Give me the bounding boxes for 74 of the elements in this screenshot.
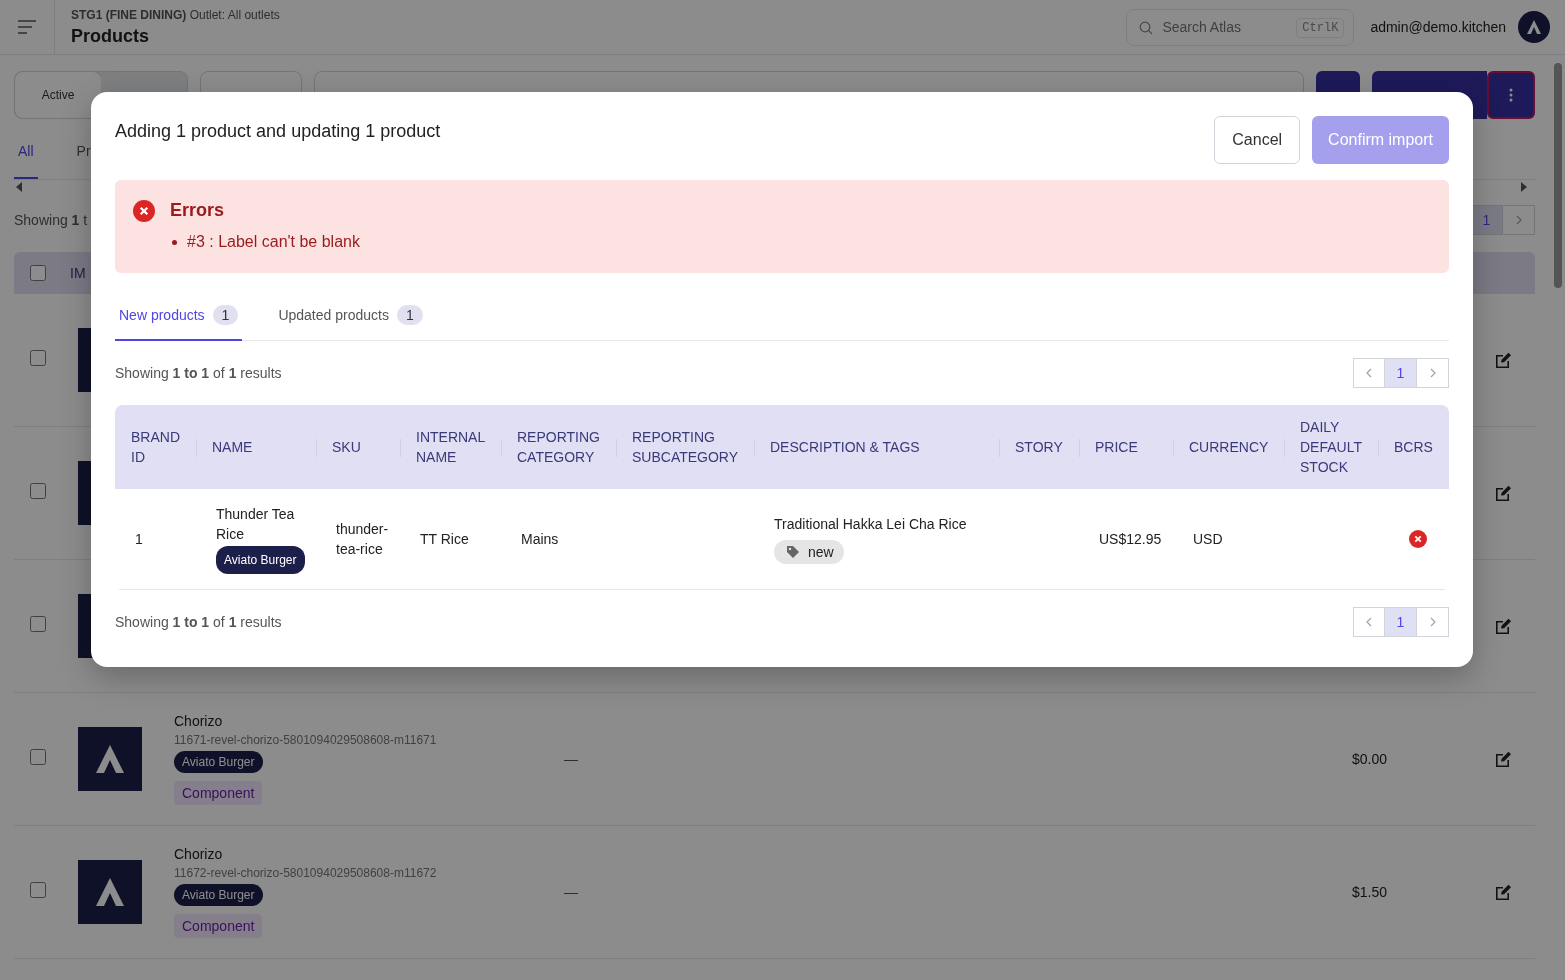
- tag-chip: new: [774, 540, 844, 564]
- user-avatar[interactable]: [1518, 11, 1550, 43]
- row-checkbox[interactable]: [30, 350, 46, 366]
- page-button[interactable]: 1: [1385, 358, 1417, 388]
- column-header: REPORTING SUBCATEGORY: [631, 428, 740, 467]
- column-header: SKU: [331, 438, 362, 457]
- category-tab[interactable]: All: [14, 143, 38, 179]
- product-thumbnail: [78, 860, 142, 924]
- scroll-right-icon[interactable]: [1521, 182, 1527, 192]
- product-name: Chorizo: [174, 846, 223, 862]
- shortcut-hint: CtrlK: [1296, 17, 1345, 38]
- outlet-breadcrumb: STG1 (FINE DINING) Outlet: All outlets: [71, 7, 281, 22]
- row-checkbox[interactable]: [30, 483, 46, 499]
- more-options-button[interactable]: [1487, 71, 1535, 119]
- count-badge: 1: [396, 305, 423, 325]
- count-badge: 1: [212, 305, 239, 325]
- product-name: Chorizo: [174, 713, 223, 729]
- import-tab[interactable]: New products 1: [115, 299, 243, 341]
- status-segment[interactable]: Active: [15, 72, 101, 118]
- type-tag: Component: [174, 914, 263, 938]
- dialog-title: Adding 1 product and updating 1 product: [115, 121, 441, 142]
- tag-icon: [786, 545, 800, 559]
- column-header: STORY: [1014, 438, 1064, 457]
- column-header: INTERNAL NAME: [415, 428, 486, 467]
- scroll-left-icon[interactable]: [16, 182, 22, 192]
- table-cell-text: thunder-tea-rice: [336, 520, 390, 559]
- column-header: CURRENCY: [1188, 438, 1270, 457]
- table-cell: —: [564, 884, 578, 900]
- table-cell: —: [564, 751, 578, 767]
- product-price: $0.00: [1351, 751, 1388, 767]
- table-cell-text: Mains: [521, 530, 559, 549]
- table-cell-text: Traditional Hakka Lei Cha Rice: [774, 515, 967, 534]
- product-thumbnail: [78, 727, 142, 791]
- cancel-button[interactable]: Cancel: [1214, 116, 1301, 164]
- column-header: BRAND ID: [130, 428, 181, 467]
- table-cell-text: TT Rice: [420, 530, 469, 549]
- menu-icon[interactable]: [17, 20, 37, 34]
- column-header: DAILY DEFAULT STOCK: [1299, 418, 1363, 477]
- import-tab[interactable]: Updated products 1: [274, 299, 427, 341]
- error-icon: [133, 200, 155, 222]
- column-header: NAME: [211, 438, 254, 457]
- category-tab[interactable]: Pr: [72, 143, 95, 179]
- page-title: Products: [71, 25, 150, 47]
- page-button[interactable]: 1: [1471, 205, 1503, 235]
- search-icon: [1139, 20, 1154, 35]
- column-header: BCRS: [1393, 438, 1434, 457]
- results-summary: Showing 1 to 1 of 1 results: [115, 614, 282, 630]
- row-checkbox[interactable]: [30, 616, 46, 632]
- table-cell-text: 1: [135, 530, 143, 549]
- user-email[interactable]: admin@demo.kitchen: [1370, 19, 1506, 35]
- page-button[interactable]: 1: [1385, 607, 1417, 637]
- error-title: Errors: [170, 200, 226, 221]
- column-header: IM: [70, 265, 86, 281]
- table-cell-text: USD: [1193, 530, 1223, 549]
- results-summary: Showing 1 t: [14, 212, 88, 228]
- row-checkbox[interactable]: [30, 882, 46, 898]
- table-cell-text: Thunder Tea Rice: [216, 505, 296, 544]
- bullet-icon: [172, 239, 177, 245]
- select-all-checkbox[interactable]: [30, 265, 46, 281]
- kebab-icon: [1509, 88, 1513, 102]
- brand-badge: Aviato Burger: [174, 751, 263, 773]
- product-sku: 11671-revel-chorizo-5801094029508608-m11671: [174, 733, 437, 747]
- type-tag: Component: [174, 781, 263, 805]
- product-sku: 11672-revel-chorizo-5801094029508608-m11672: [174, 866, 437, 880]
- row-checkbox[interactable]: [30, 749, 46, 765]
- table-cell-text: US$12.95: [1099, 530, 1162, 549]
- column-header: REPORTING CATEGORY: [516, 428, 601, 467]
- column-header: DESCRIPTION & TAGS: [769, 438, 921, 457]
- product-price: $1.50: [1351, 884, 1388, 900]
- results-summary: Showing 1 to 1 of 1 results: [115, 365, 282, 381]
- brand-badge: Aviato Burger: [216, 546, 305, 574]
- column-header: PRICE: [1094, 438, 1139, 457]
- error-message: #3 : Label can't be blank: [187, 233, 360, 251]
- brand-badge: Aviato Burger: [174, 884, 263, 906]
